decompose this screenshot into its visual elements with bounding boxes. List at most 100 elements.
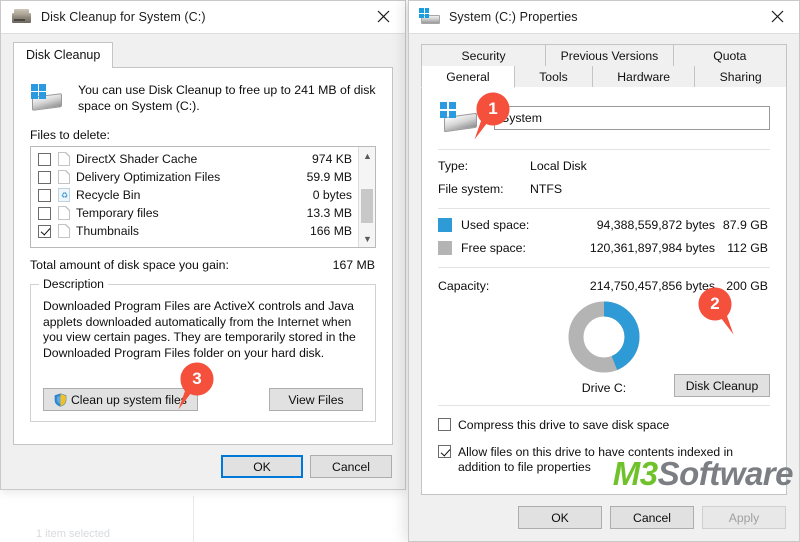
ok-button[interactable]: OK (518, 506, 602, 529)
file-size: 974 KB (312, 152, 352, 166)
file-icon (58, 206, 70, 220)
file-name: Temporary files (76, 206, 159, 220)
watermark: M3Software (612, 455, 794, 493)
file-checkbox[interactable] (38, 224, 51, 238)
intro-text: You can use Disk Cleanup to free up to 2… (78, 83, 376, 113)
divider (438, 149, 770, 150)
apply-button[interactable]: Apply (702, 506, 786, 529)
files-to-delete-label: Files to delete: (30, 128, 110, 142)
disk-drive-icon (11, 8, 33, 26)
list-item[interactable]: DirectX Shader Cache 974 KB (31, 150, 358, 168)
list-item[interactable]: Temporary files 13.3 MB (31, 204, 358, 222)
ok-button[interactable]: OK (221, 455, 303, 478)
tabstrip-row-bottom: General Tools Hardware Sharing (421, 66, 787, 88)
view-files-button[interactable]: View Files (269, 388, 363, 411)
properties-tabstrip: Security Previous Versions Quota General… (421, 44, 788, 88)
scrollbar-thumb[interactable] (361, 189, 373, 223)
total-space-label: Total amount of disk space you gain: (30, 258, 229, 272)
used-space-swatch (438, 218, 452, 232)
disk-cleanup-button-wrap: Disk Cleanup (674, 374, 770, 397)
disk-cleanup-button[interactable]: Disk Cleanup (674, 374, 770, 397)
callout-pin-1: 1 (473, 89, 513, 141)
index-contents-checkbox[interactable] (438, 445, 451, 458)
tab-quota[interactable]: Quota (673, 44, 788, 66)
tab-previous-versions[interactable]: Previous Versions (546, 44, 674, 66)
clean-up-system-files-label: Clean up system files (71, 392, 187, 407)
file-icon (58, 170, 70, 184)
filesystem-label: File system: (438, 182, 504, 196)
tab-hardware[interactable]: Hardware (592, 66, 696, 88)
file-size: 59.9 MB (306, 170, 352, 184)
scroll-down-icon[interactable]: ▼ (359, 230, 375, 247)
divider (438, 267, 770, 268)
file-name: Thumbnails (76, 224, 139, 238)
disk-cleanup-titlebar: Disk Cleanup for System (C:) (1, 1, 405, 33)
file-checkbox[interactable] (38, 152, 51, 166)
watermark-software: Software (657, 455, 794, 492)
compress-drive-label: Compress this drive to save disk space (458, 418, 670, 432)
volume-name-input[interactable] (494, 106, 770, 130)
callout-number-1: 1 (488, 99, 498, 118)
free-space-gb: 112 GB (727, 241, 768, 255)
total-space-row: Total amount of disk space you gain: 167… (30, 258, 375, 272)
callout-number-2: 2 (710, 294, 720, 313)
disk-cleanup-footer: OK Cancel (221, 455, 392, 478)
used-space-row: Used space: 94,388,559,872 bytes 87.9 GB (438, 218, 770, 232)
compress-drive-checkbox[interactable] (438, 418, 451, 431)
file-checkbox[interactable] (38, 170, 51, 184)
file-icon (58, 152, 70, 166)
properties-title: System (C:) Properties (449, 10, 578, 24)
screenshot-root: 1 item selected Disk Cleanup for System … (0, 0, 800, 542)
file-name: DirectX Shader Cache (76, 152, 198, 166)
type-label: Type: (438, 159, 469, 173)
list-item[interactable]: Thumbnails 166 MB (31, 222, 358, 240)
free-space-bytes: 120,361,897,984 bytes (589, 241, 715, 255)
cancel-button[interactable]: Cancel (310, 455, 392, 478)
divider (438, 208, 770, 209)
disk-cleanup-tabstrip: Disk Cleanup (13, 42, 114, 68)
shield-icon (54, 393, 67, 407)
list-item[interactable]: ♻ Recycle Bin 0 bytes (31, 186, 358, 204)
scroll-up-icon[interactable]: ▲ (359, 147, 375, 164)
system-properties-window: System (C:) Properties Security Previous… (408, 0, 800, 542)
callout-number-3: 3 (192, 369, 202, 388)
divider (438, 405, 770, 406)
tab-sharing[interactable]: Sharing (695, 66, 787, 88)
type-value: Local Disk (530, 159, 587, 173)
filesystem-value: NTFS (530, 182, 563, 196)
recycle-bin-icon: ♻ (58, 188, 70, 202)
properties-footer: OK Cancel Apply (518, 506, 786, 529)
filesystem-row: File system: NTFS (438, 182, 770, 196)
windows-drive-icon (419, 8, 441, 26)
file-icon (58, 224, 70, 238)
list-item[interactable]: Delivery Optimization Files 59.9 MB (31, 168, 358, 186)
capacity-bytes: 214,750,457,856 bytes (589, 279, 715, 293)
description-legend: Description (39, 277, 108, 291)
background-divider (193, 496, 194, 542)
tab-disk-cleanup[interactable]: Disk Cleanup (13, 42, 114, 68)
file-checkbox[interactable] (38, 188, 51, 202)
file-name: Recycle Bin (76, 188, 141, 202)
file-list-scrollbar[interactable]: ▲ ▼ (358, 147, 375, 247)
disk-cleanup-title: Disk Cleanup for System (C:) (41, 10, 206, 24)
free-space-row: Free space: 120,361,897,984 bytes 112 GB (438, 241, 770, 255)
file-size: 166 MB (309, 224, 352, 238)
description-text: Downloaded Program Files are ActiveX con… (43, 299, 356, 360)
close-icon[interactable] (361, 1, 405, 32)
total-space-value: 167 MB (332, 258, 375, 272)
drive-label: Drive C: (581, 381, 627, 395)
files-to-delete-listbox[interactable]: DirectX Shader Cache 974 KB Delivery Opt… (30, 146, 376, 248)
callout-pin-3: 3 (177, 359, 217, 411)
clean-up-system-files-button[interactable]: Clean up system files (43, 388, 198, 411)
tab-tools[interactable]: Tools (514, 66, 593, 88)
close-icon[interactable] (755, 1, 799, 32)
tab-security[interactable]: Security (421, 44, 547, 66)
disk-cleanup-window: Disk Cleanup for System (C:) Disk Cleanu… (0, 0, 406, 490)
watermark-m3: M3 (612, 455, 658, 492)
compress-drive-row[interactable]: Compress this drive to save disk space (438, 418, 770, 433)
cancel-button[interactable]: Cancel (610, 506, 694, 529)
tab-general[interactable]: General (421, 66, 515, 88)
file-checkbox[interactable] (38, 206, 51, 220)
properties-titlebar: System (C:) Properties (409, 1, 799, 33)
file-list: DirectX Shader Cache 974 KB Delivery Opt… (31, 147, 358, 247)
